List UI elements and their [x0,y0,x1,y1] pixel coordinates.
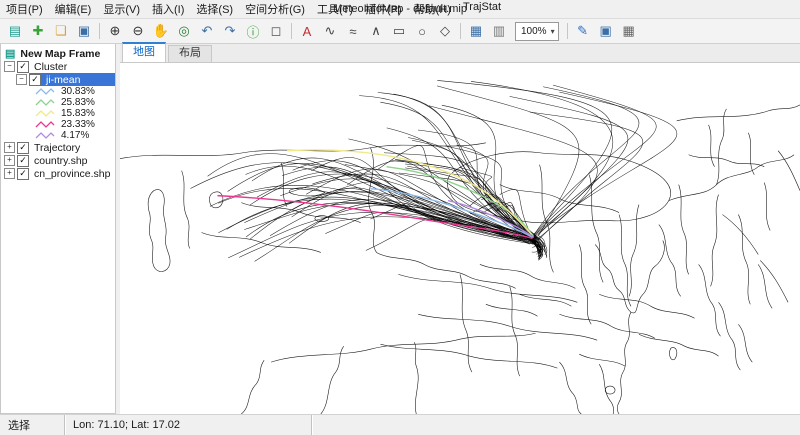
layer-label: ji-mean [44,74,82,86]
layer-label: country.shp [32,155,90,167]
toolbar: ▤✚❏▣⊕⊖✋◎↶↷ⓘ◻A∿≈∧▭○◇▦▥100%▾✎▣▦ [0,19,800,44]
legend-item-label: 25.83% [59,97,97,108]
tree-expander[interactable]: + [4,142,15,153]
tree-expander[interactable]: − [16,74,27,85]
legend-line-symbol [35,109,55,118]
toolbar-separator [99,23,100,39]
layers-panel: ▤New Map Frame−✓Cluster−✓ji-mean30.83%25… [0,44,116,414]
zoom-level-select[interactable]: 100% ▾ [515,22,559,41]
legend-line-symbol [35,98,55,107]
layer-node-country-shp[interactable]: +✓country.shp [1,154,115,167]
menu-item[interactable]: 选择(S) [190,0,239,18]
legend-line-symbol [35,120,55,129]
content: ▤New Map Frame−✓Cluster−✓ji-mean30.83%25… [0,44,800,414]
layout-icon[interactable]: ▦ [465,20,487,42]
layer-label: cn_province.shp [32,168,112,180]
chevron-down-icon: ▾ [551,27,555,36]
layer-node-cn-province-shp[interactable]: +✓cn_province.shp [1,167,115,180]
layer-node-cluster[interactable]: −✓Cluster [1,60,115,73]
map-frame-icon: ▤ [5,47,15,60]
identify-icon[interactable]: ⓘ [242,20,264,42]
save-project-icon[interactable]: ▣ [73,20,95,42]
curve-icon[interactable]: ≈ [342,20,364,42]
attribute-table-icon[interactable]: ▦ [618,20,640,42]
label-icon[interactable]: A [296,20,318,42]
status-mode: 选择 [0,415,65,435]
open-project-icon[interactable]: ❏ [50,20,72,42]
legend-line-symbol [35,87,55,96]
tab-layout[interactable]: 布局 [168,45,212,62]
menu-item[interactable]: 显示(V) [97,0,146,18]
menu-item[interactable]: 项目(P) [0,0,49,18]
menu-item[interactable]: 空间分析(G) [239,0,311,18]
zoom-out-icon[interactable]: ⊖ [127,20,149,42]
menu-items: 项目(P)编辑(E)显示(V)插入(I)选择(S)空间分析(G)工具(T)插件(… [0,0,507,18]
legend-item[interactable]: 25.83% [1,97,115,108]
peak-icon[interactable]: ∧ [365,20,387,42]
pan-icon[interactable]: ✋ [150,20,172,42]
layer-node-ji-mean[interactable]: −✓ji-mean [1,73,115,86]
save-edit-icon[interactable]: ▣ [595,20,617,42]
layer-checkbox[interactable]: ✓ [17,168,29,180]
grid-icon[interactable]: ▥ [488,20,510,42]
layer-node-trajectory[interactable]: +✓Trajectory [1,141,115,154]
map-frame-node[interactable]: ▤New Map Frame [1,47,115,60]
polygon-icon[interactable]: ◇ [434,20,456,42]
legend-item-label: 4.17% [59,130,91,141]
tree-expander[interactable]: + [4,155,15,166]
legend-item[interactable]: 15.83% [1,108,115,119]
menu-item[interactable]: 帮助(H) [408,0,457,18]
layer-checkbox[interactable]: ✓ [17,61,29,73]
tab-map[interactable]: 地图 [122,42,166,62]
map-frame-label: New Map Frame [18,48,102,60]
add-layer-icon[interactable]: ✚ [27,20,49,42]
legend-item[interactable]: 23.33% [1,119,115,130]
layer-checkbox[interactable]: ✓ [29,74,41,86]
polyline-icon[interactable]: ∿ [319,20,341,42]
status-coordinates: Lon: 71.10; Lat: 17.02 [65,415,312,435]
menu-item[interactable]: 插件(P) [359,0,408,18]
legend-item-label: 30.83% [59,86,97,97]
select-feature-icon[interactable]: ◻ [265,20,287,42]
layer-checkbox[interactable]: ✓ [17,155,29,167]
menu-item[interactable]: 编辑(E) [49,0,98,18]
map-svg [120,63,800,414]
document-tabbar: 地图布局 [120,44,800,63]
zoom-level-value: 100% [521,26,547,37]
layer-label: Cluster [32,61,69,73]
zoom-next-icon[interactable]: ↷ [219,20,241,42]
legend-item-label: 23.33% [59,119,97,130]
legend-item[interactable]: 30.83% [1,86,115,97]
zoom-in-icon[interactable]: ⊕ [104,20,126,42]
toolbar-separator [460,23,461,39]
tree-expander[interactable]: + [4,168,15,179]
ellipse-icon[interactable]: ○ [411,20,433,42]
menu-item[interactable]: TrajStat [457,0,507,18]
layer-label: Trajectory [32,142,82,154]
legend-item-label: 15.83% [59,108,97,119]
legend-item[interactable]: 4.17% [1,130,115,141]
edit-pencil-icon[interactable]: ✎ [572,20,594,42]
map-canvas[interactable] [120,63,800,414]
main-area: 地图布局 [120,44,800,414]
toolbar-separator [567,23,568,39]
menu-item[interactable]: 工具(T) [311,0,359,18]
full-extent-icon[interactable]: ◎ [173,20,195,42]
layer-checkbox[interactable]: ✓ [17,142,29,154]
new-project-icon[interactable]: ▤ [4,20,26,42]
menu-bar: 项目(P)编辑(E)显示(V)插入(I)选择(S)空间分析(G)工具(T)插件(… [0,0,800,19]
zoom-previous-icon[interactable]: ↶ [196,20,218,42]
legend-line-symbol [35,131,55,140]
rectangle-icon[interactable]: ▭ [388,20,410,42]
toolbar-separator [291,23,292,39]
tree-expander[interactable]: − [4,61,15,72]
menu-item[interactable]: 插入(I) [146,0,190,18]
